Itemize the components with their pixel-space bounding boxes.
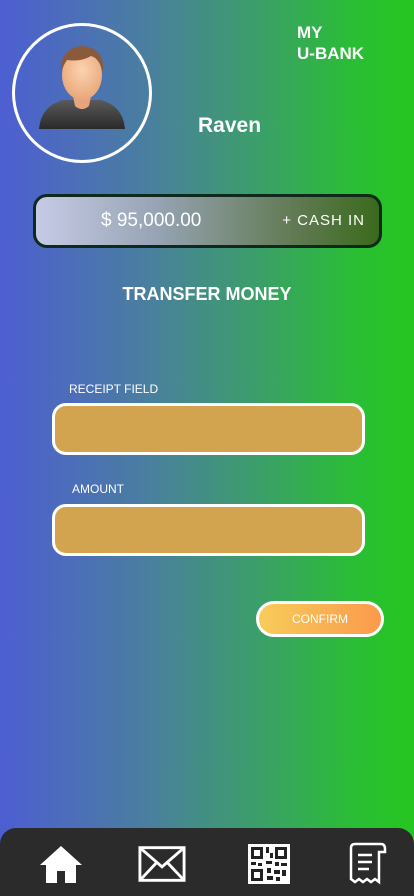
balance-amount: $ 95,000.00	[101, 210, 202, 231]
receipt-icon	[349, 842, 387, 885]
nav-mail-button[interactable]	[138, 842, 186, 886]
bottom-nav	[0, 828, 414, 896]
profile-avatar[interactable]	[12, 23, 152, 163]
receipt-field-label: RECEIPT FIELD	[69, 382, 159, 396]
bank-brand: MY U-BANK	[297, 22, 364, 64]
home-icon	[40, 846, 82, 883]
brand-line1: MY	[297, 23, 323, 42]
nav-qr-button[interactable]	[245, 842, 293, 886]
mail-icon	[138, 846, 186, 882]
receipt-field-input[interactable]	[52, 403, 365, 455]
amount-field-label: AMOUNT	[72, 482, 124, 496]
balance-card: $ 95,000.00 + CASH IN	[33, 194, 382, 248]
confirm-button[interactable]: CONFIRM	[256, 601, 384, 637]
brand-line2: U-BANK	[297, 44, 365, 63]
username: Raven	[198, 114, 262, 137]
nav-receipt-button[interactable]	[343, 842, 391, 886]
page-title: TRANSFER MONEY	[122, 284, 292, 304]
qr-code-icon	[248, 844, 290, 884]
user-silhouette-icon	[39, 46, 125, 129]
amount-input[interactable]	[52, 504, 365, 556]
nav-home-button[interactable]	[37, 842, 85, 886]
cash-in-button[interactable]: + CASH IN	[282, 212, 365, 229]
